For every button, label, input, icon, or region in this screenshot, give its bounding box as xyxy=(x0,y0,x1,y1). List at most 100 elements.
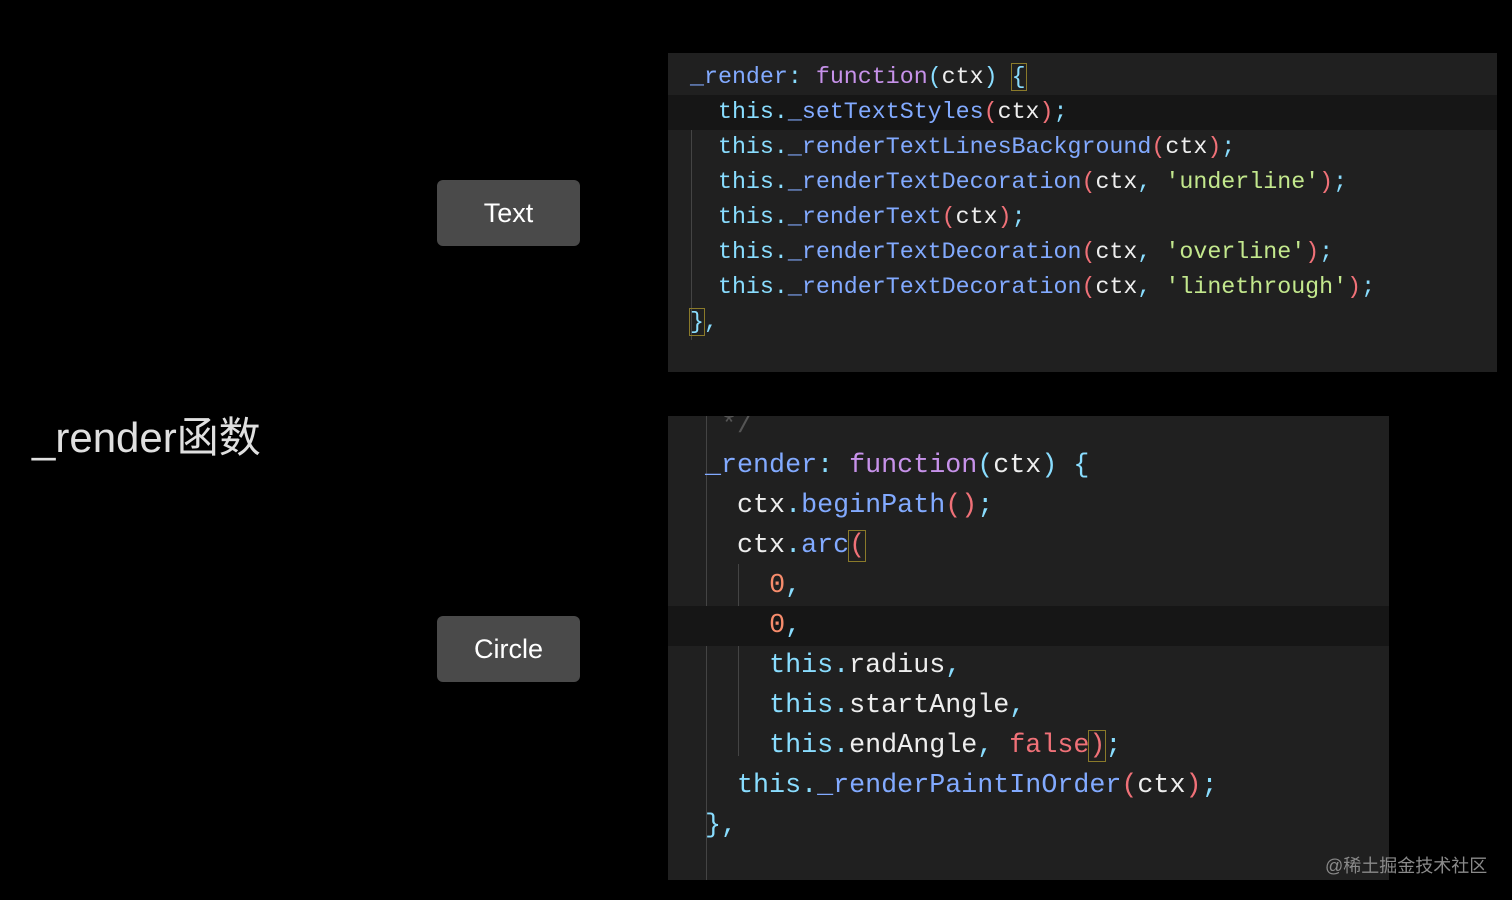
code-line: _render: function(ctx) { xyxy=(668,60,1497,95)
code-line: this._renderTextDecoration(ctx, 'overlin… xyxy=(668,235,1497,270)
code-token: } xyxy=(689,308,705,336)
code-token: , xyxy=(721,811,738,841)
code-token: arc xyxy=(801,531,850,561)
code-token: ) xyxy=(1305,239,1320,265)
code-token: , xyxy=(1137,274,1166,300)
code-token: function xyxy=(849,451,978,481)
watermark: @稀土掘金技术社区 xyxy=(1325,856,1488,876)
code-token: ) xyxy=(1039,99,1054,125)
code-token: ctx xyxy=(1095,274,1138,300)
code-token: ; xyxy=(1333,169,1348,195)
code-token: ) xyxy=(1088,730,1107,762)
code-token: ) xyxy=(1207,134,1222,160)
code-token: ctx xyxy=(993,451,1042,481)
code-token: _renderTextDecoration xyxy=(787,239,1082,265)
code-token: { xyxy=(1010,63,1027,91)
code-token: _renderTextLinesBackground xyxy=(787,134,1152,160)
code-line: this._renderPaintInOrder(ctx); xyxy=(668,766,1389,806)
code-token: ctx xyxy=(1165,134,1208,160)
code-token: this. xyxy=(769,651,850,681)
code-line: this._renderTextLinesBackground(ctx); xyxy=(668,130,1497,165)
code-token: this. xyxy=(717,274,788,300)
code-token: 0 xyxy=(769,611,786,641)
code-token: ) xyxy=(1347,274,1362,300)
code-token: . xyxy=(785,531,802,561)
code-token: , xyxy=(977,731,1010,761)
code-token: ctx xyxy=(1095,169,1138,195)
code-token: ( xyxy=(1081,169,1096,195)
code-token: ( xyxy=(941,204,956,230)
code-token: 0 xyxy=(769,571,786,601)
code-token: 'underline' xyxy=(1165,169,1320,195)
code-token: ctx xyxy=(1095,239,1138,265)
code-token: radius xyxy=(849,651,946,681)
circle-render-code-block: */_render: function(ctx) { ctx.beginPath… xyxy=(668,416,1389,880)
code-line: this._setTextStyles(ctx); xyxy=(668,95,1497,130)
code-line: this._renderText(ctx); xyxy=(668,200,1497,235)
code-token: ; xyxy=(1201,771,1218,801)
code-token: } xyxy=(705,811,722,841)
code-token: ) xyxy=(1319,169,1334,195)
code-token: _render xyxy=(690,64,788,90)
code-token: this. xyxy=(717,134,788,160)
code-token: ( xyxy=(1151,134,1166,160)
code-token: ; xyxy=(977,491,994,521)
code-token: this. xyxy=(717,239,788,265)
code-line: _render: function(ctx) { xyxy=(668,446,1389,486)
slide-title: _render函数 xyxy=(32,414,261,461)
code-line: this.startAngle, xyxy=(668,686,1389,726)
code-token: ( xyxy=(848,530,867,562)
code-token: , xyxy=(785,611,802,641)
code-token: ctx xyxy=(737,491,786,521)
code-token: _renderPaintInOrder xyxy=(817,771,1122,801)
code-line: 0, xyxy=(668,606,1389,646)
code-token: this. xyxy=(769,731,850,761)
text-button[interactable]: Text xyxy=(437,180,580,246)
code-token: , xyxy=(703,309,718,335)
code-line: 0, xyxy=(668,566,1389,606)
code-line: this.endAngle, false); xyxy=(668,726,1389,766)
code-line: }, xyxy=(668,305,1497,340)
code-token: ( xyxy=(1121,771,1138,801)
code-token: this. xyxy=(717,204,788,230)
code-token: this. xyxy=(717,169,788,195)
code-token: ; xyxy=(1053,99,1068,125)
code-token: , xyxy=(945,651,962,681)
code-token: ( xyxy=(977,451,994,481)
code-token: . xyxy=(785,491,802,521)
code-token: function xyxy=(815,64,928,90)
code-line: this.radius, xyxy=(668,646,1389,686)
code-line: ctx.beginPath(); xyxy=(668,486,1389,526)
code-token: , xyxy=(1009,691,1026,721)
code-token: _renderTextDecoration xyxy=(787,274,1082,300)
code-token: beginPath xyxy=(801,491,946,521)
code-token: ( xyxy=(983,99,998,125)
code-token: , xyxy=(1137,169,1166,195)
circle-button[interactable]: Circle xyxy=(437,616,580,682)
code-line: }, xyxy=(668,806,1389,846)
code-token: ) xyxy=(1185,771,1202,801)
code-token: ( xyxy=(1081,239,1096,265)
code-token: ctx xyxy=(737,531,786,561)
code-token: ; xyxy=(1319,239,1334,265)
code-token: */ xyxy=(705,416,754,441)
code-token: 'overline' xyxy=(1165,239,1306,265)
code-token: , xyxy=(785,571,802,601)
code-token: () xyxy=(945,491,978,521)
code-token: this. xyxy=(737,771,818,801)
code-token: 'linethrough' xyxy=(1165,274,1348,300)
